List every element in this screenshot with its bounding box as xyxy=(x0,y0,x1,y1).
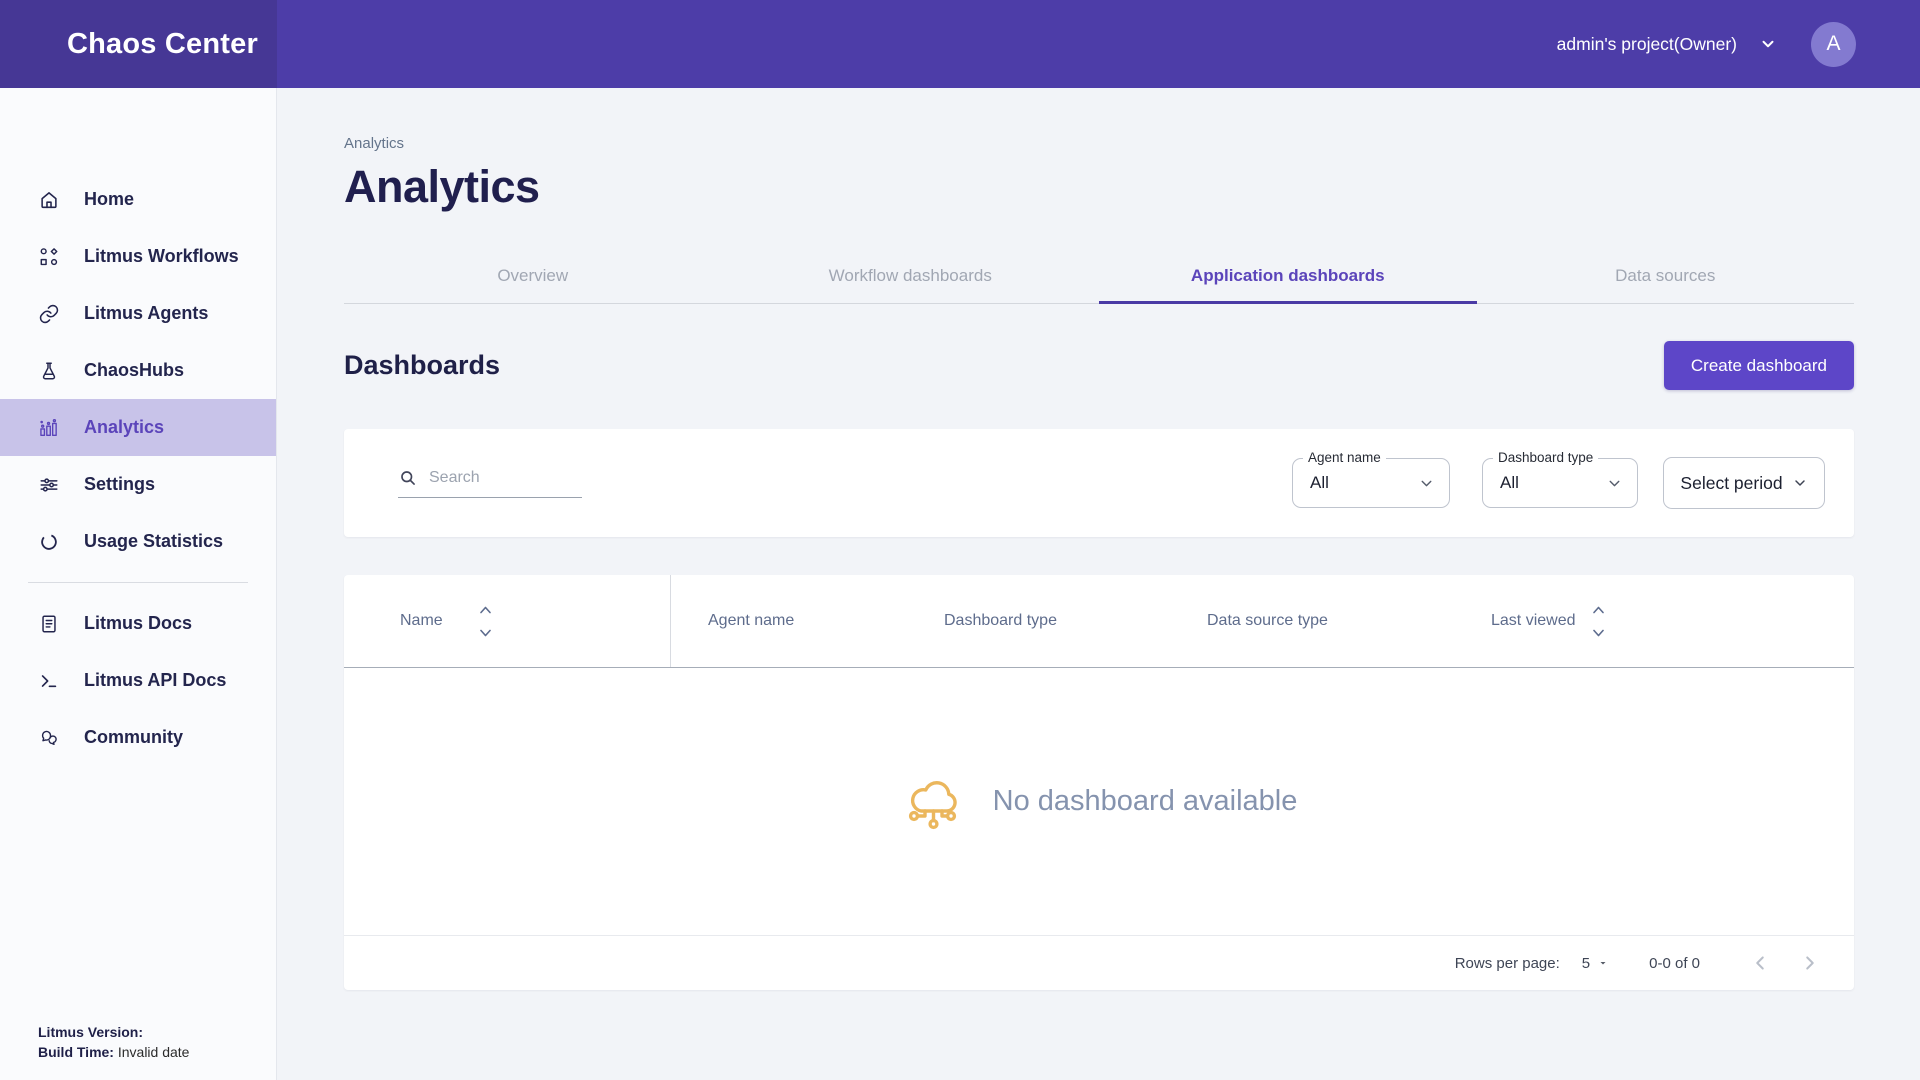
column-header-name: Name xyxy=(400,612,443,630)
sort-name-control[interactable] xyxy=(479,606,492,637)
dashboard-type-select-value: All xyxy=(1500,473,1519,493)
sort-ascending-icon[interactable] xyxy=(479,606,492,614)
top-bar: Chaos Center admin's project(Owner) A xyxy=(0,0,1920,88)
dashboard-type-select-label: Dashboard type xyxy=(1493,450,1598,465)
search-box xyxy=(398,468,582,498)
column-header-agent-name: Agent name xyxy=(671,612,944,630)
chevron-down-icon xyxy=(1418,475,1435,492)
column-header-last-viewed: Last viewed xyxy=(1491,612,1576,630)
empty-state-message: No dashboard available xyxy=(993,785,1298,818)
sidebar-item-label: Community xyxy=(84,727,183,748)
home-icon xyxy=(38,189,60,211)
sidebar-divider xyxy=(28,582,248,583)
previous-page-button[interactable] xyxy=(1742,945,1778,981)
avatar[interactable]: A xyxy=(1811,22,1856,67)
main-content: Analytics Analytics Overview Workflow da… xyxy=(277,88,1920,1080)
project-name: admin's project(Owner) xyxy=(1557,34,1737,55)
create-dashboard-button[interactable]: Create dashboard xyxy=(1664,341,1854,390)
sidebar-item-chaoshubs[interactable]: ChaosHubs xyxy=(0,342,276,399)
filter-bar: Agent name All Dashboard type All Select… xyxy=(344,429,1854,537)
sidebar-item-home[interactable]: Home xyxy=(0,171,276,228)
rows-per-page-label: Rows per page: xyxy=(1455,955,1560,972)
sidebar-item-settings[interactable]: Settings xyxy=(0,456,276,513)
link-icon xyxy=(38,303,60,325)
dashboards-table: Name Agent name Dashboard type Data sour… xyxy=(344,575,1854,990)
analytics-icon xyxy=(38,417,60,439)
tab-bar: Overview Workflow dashboards Application… xyxy=(344,249,1854,304)
column-header-data-source-type: Data source type xyxy=(1207,612,1491,630)
tab-overview[interactable]: Overview xyxy=(344,249,722,303)
sidebar-item-label: Home xyxy=(84,189,134,210)
usage-statistics-icon xyxy=(38,531,60,553)
build-time-value: Invalid date xyxy=(118,1044,190,1060)
sidebar-item-label: Litmus Agents xyxy=(84,303,208,324)
search-icon xyxy=(398,468,418,488)
tab-data-sources[interactable]: Data sources xyxy=(1477,249,1855,303)
pagination-range: 0-0 of 0 xyxy=(1649,955,1700,972)
agent-name-select-value: All xyxy=(1310,473,1329,493)
sidebar-item-label: Analytics xyxy=(84,417,164,438)
tab-workflow-dashboards[interactable]: Workflow dashboards xyxy=(722,249,1100,303)
sidebar-item-analytics[interactable]: Analytics xyxy=(0,399,276,456)
page-title: Analytics xyxy=(344,161,1854,213)
sidebar-item-community[interactable]: Community xyxy=(0,709,276,766)
litmus-version-label: Litmus Version: xyxy=(38,1024,143,1040)
sidebar-item-label: Litmus Docs xyxy=(84,613,192,634)
column-header-dashboard-type: Dashboard type xyxy=(944,612,1207,630)
chevron-down-icon xyxy=(1792,475,1808,491)
search-input[interactable] xyxy=(429,469,569,487)
table-header-row: Name Agent name Dashboard type Data sour… xyxy=(344,575,1854,668)
version-info: Litmus Version: Build Time: Invalid date xyxy=(38,1022,189,1062)
sort-descending-icon[interactable] xyxy=(479,629,492,637)
sidebar-item-label: Litmus Workflows xyxy=(84,246,239,267)
dashboards-heading: Dashboards xyxy=(344,350,500,381)
sidebar-item-litmus-docs[interactable]: Litmus Docs xyxy=(0,595,276,652)
tab-application-dashboards[interactable]: Application dashboards xyxy=(1099,249,1477,303)
sidebar-item-usage-statistics[interactable]: Usage Statistics xyxy=(0,513,276,570)
rows-per-page-select[interactable]: 5 xyxy=(1582,955,1609,972)
dashboard-type-select[interactable]: Dashboard type All xyxy=(1482,458,1638,508)
cloud-network-icon xyxy=(901,773,965,831)
agent-name-select-label: Agent name xyxy=(1303,450,1386,465)
sidebar-nav: Home Litmus Workflows Litmus Agents Chao… xyxy=(0,88,276,766)
sort-last-viewed-control[interactable] xyxy=(1592,606,1605,637)
chevron-right-icon xyxy=(1799,952,1821,974)
sidebar-item-litmus-agents[interactable]: Litmus Agents xyxy=(0,285,276,342)
caret-down-icon xyxy=(1597,957,1609,969)
empty-state: No dashboard available xyxy=(344,668,1854,935)
chevron-left-icon xyxy=(1749,952,1771,974)
select-period-button[interactable]: Select period xyxy=(1663,457,1825,509)
sidebar-item-label: Settings xyxy=(84,474,155,495)
pagination: Rows per page: 5 0-0 of 0 xyxy=(344,935,1854,990)
sidebar-item-litmus-api-docs[interactable]: Litmus API Docs xyxy=(0,652,276,709)
chat-bubbles-icon xyxy=(38,727,60,749)
agent-name-select[interactable]: Agent name All xyxy=(1292,458,1450,508)
sort-ascending-icon[interactable] xyxy=(1592,606,1605,614)
terminal-icon xyxy=(38,670,60,692)
workflows-icon xyxy=(38,246,60,268)
chevron-down-icon xyxy=(1759,35,1777,53)
flask-icon xyxy=(38,360,60,382)
sidebar-item-litmus-workflows[interactable]: Litmus Workflows xyxy=(0,228,276,285)
sidebar: Home Litmus Workflows Litmus Agents Chao… xyxy=(0,88,277,1080)
sidebar-item-label: Litmus API Docs xyxy=(84,670,226,691)
sidebar-item-label: Usage Statistics xyxy=(84,531,223,552)
app-title: Chaos Center xyxy=(67,28,258,61)
next-page-button[interactable] xyxy=(1792,945,1828,981)
sidebar-item-label: ChaosHubs xyxy=(84,360,184,381)
sort-descending-icon[interactable] xyxy=(1592,629,1605,637)
sliders-icon xyxy=(38,474,60,496)
build-time-label: Build Time: xyxy=(38,1044,114,1060)
chevron-down-icon xyxy=(1606,475,1623,492)
project-selector[interactable]: admin's project(Owner) xyxy=(1557,34,1777,55)
breadcrumb[interactable]: Analytics xyxy=(344,135,1854,152)
document-icon xyxy=(38,613,60,635)
brand-zone: Chaos Center xyxy=(0,0,277,88)
